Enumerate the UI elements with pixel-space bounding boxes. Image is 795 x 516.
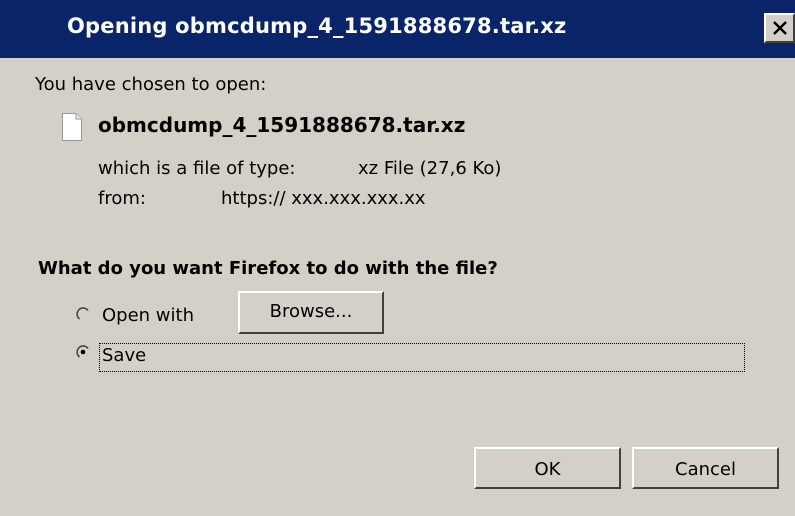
save-radio[interactable] bbox=[76, 345, 90, 359]
cancel-button[interactable]: Cancel bbox=[632, 447, 779, 489]
cancel-button-label: Cancel bbox=[675, 459, 736, 480]
browse-button-label: Browse... bbox=[269, 301, 353, 322]
window-title: Opening obmcdump_4_1591888678.tar.xz bbox=[67, 14, 567, 38]
source-label: from: bbox=[98, 188, 146, 209]
file-icon bbox=[62, 113, 82, 141]
file-type-value: xz File (27,6 Ko) bbox=[358, 158, 502, 179]
source-url: https:// xxx.xxx.xxx.xx bbox=[221, 188, 426, 209]
save-label[interactable]: Save bbox=[102, 345, 146, 366]
open-with-label[interactable]: Open with bbox=[102, 305, 194, 326]
title-bar[interactable]: Opening obmcdump_4_1591888678.tar.xz bbox=[0, 0, 795, 58]
browse-button[interactable]: Browse... bbox=[238, 291, 384, 334]
download-dialog: Opening obmcdump_4_1591888678.tar.xz You… bbox=[0, 0, 795, 516]
close-button[interactable] bbox=[764, 13, 795, 43]
file-type-label: which is a file of type: bbox=[98, 158, 296, 179]
file-name: obmcdump_4_1591888678.tar.xz bbox=[98, 113, 466, 137]
action-question: What do you want Firefox to do with the … bbox=[38, 258, 498, 279]
close-icon bbox=[773, 21, 787, 35]
ok-button-label: OK bbox=[534, 459, 561, 480]
save-focus-outline bbox=[99, 343, 745, 372]
open-with-radio[interactable] bbox=[76, 307, 90, 321]
ok-button[interactable]: OK bbox=[474, 447, 621, 489]
intro-text: You have chosen to open: bbox=[35, 74, 267, 95]
